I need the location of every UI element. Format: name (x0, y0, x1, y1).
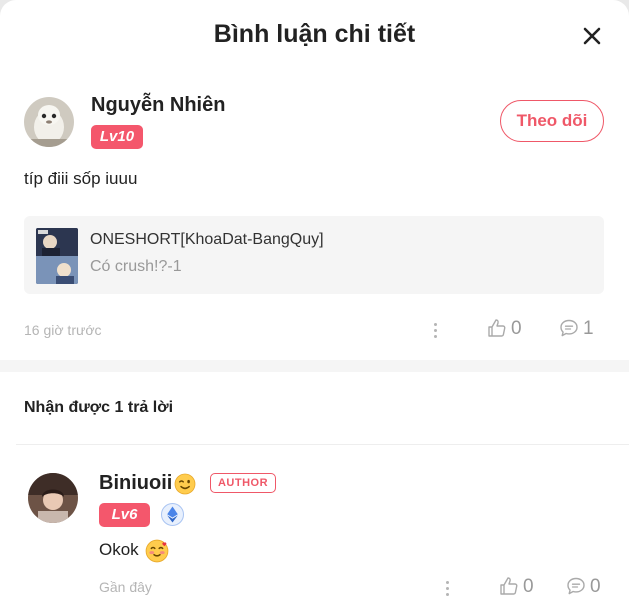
reply-text: Okok (99, 540, 139, 559)
section-divider (0, 360, 629, 372)
work-title: ONESHORT[KhoaDat-BangQuy] (90, 231, 324, 248)
commenter-avatar[interactable] (24, 97, 74, 147)
work-subtitle: Có crush!?-1 (90, 258, 182, 275)
header: Bình luận chi tiết (0, 0, 629, 76)
more-icon[interactable] (432, 320, 440, 340)
work-card[interactable]: ONESHORT[KhoaDat-BangQuy] Có crush!?-1 (24, 216, 604, 294)
follow-button[interactable]: Theo dõi (500, 100, 604, 142)
replies-section-title: Nhận được 1 trả lời (24, 399, 174, 416)
diamond-badge-icon (160, 502, 185, 527)
more-icon[interactable] (444, 578, 452, 598)
work-thumbnail (36, 228, 78, 284)
thumbs-up-icon (500, 577, 518, 595)
reply-button[interactable]: 1 (559, 318, 599, 342)
thumbs-up-icon (488, 319, 506, 337)
comment-text: típ điii sốp iuuu (24, 169, 138, 188)
chat-bubble-icon (567, 577, 585, 595)
wink-emoji-icon (174, 473, 196, 495)
comment-detail-sheet: Bình luận chi tiết Nguyễn Nhiên Lv10 The… (0, 0, 629, 600)
like-button[interactable]: 0 (499, 576, 539, 600)
reply-count: 1 (583, 318, 594, 339)
page-title: Bình luận chi tiết (213, 20, 416, 48)
like-count: 0 (511, 318, 522, 339)
like-count: 0 (523, 576, 534, 597)
reply-button[interactable]: 0 (566, 576, 606, 600)
replier-name[interactable]: Biniuoii (99, 472, 172, 495)
like-button[interactable]: 0 (487, 318, 527, 342)
level-badge: Lv6 (99, 503, 150, 527)
comment-time: 16 giờ trước (24, 322, 102, 338)
divider (16, 444, 629, 445)
reply-time: Gần đây (99, 579, 152, 595)
reply-count: 0 (590, 576, 601, 597)
commenter-name[interactable]: Nguyễn Nhiên (91, 94, 225, 117)
replier-avatar[interactable] (28, 473, 78, 523)
chat-bubble-icon (560, 319, 578, 337)
author-tag: AUTHOR (210, 473, 276, 493)
close-icon[interactable] (576, 20, 608, 52)
blush-emoji-icon (145, 539, 169, 563)
level-badge: Lv10 (91, 125, 143, 149)
